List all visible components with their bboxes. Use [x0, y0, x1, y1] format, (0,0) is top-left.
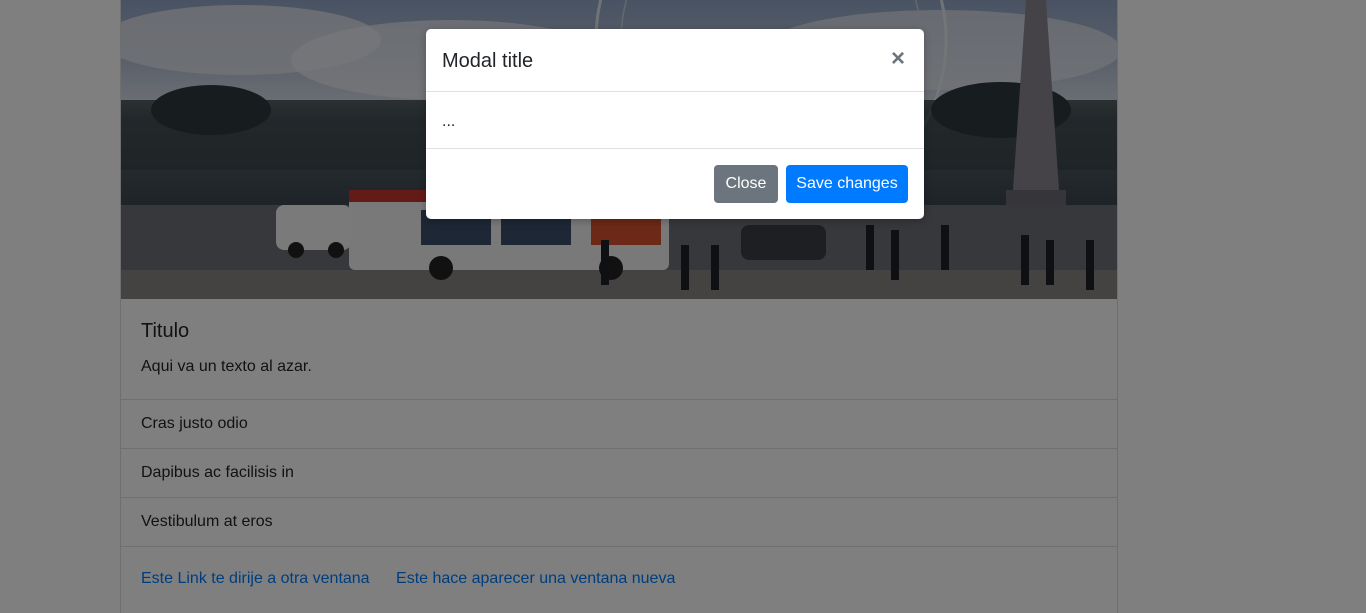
modal-body-text: ... [442, 113, 456, 130]
close-icon[interactable]: × [886, 45, 910, 73]
modal-body: ... [426, 92, 924, 149]
close-button[interactable]: Close [714, 165, 778, 203]
modal-title: Modal title [442, 50, 534, 72]
page: Titulo Aqui va un texto al azar. Cras ju… [0, 0, 1366, 613]
save-changes-button[interactable]: Save changes [786, 165, 908, 203]
modal-header: Modal title × [426, 29, 924, 92]
modal-footer: Close Save changes [426, 149, 924, 219]
modal-dialog: Modal title × ... Close Save changes [426, 29, 924, 219]
